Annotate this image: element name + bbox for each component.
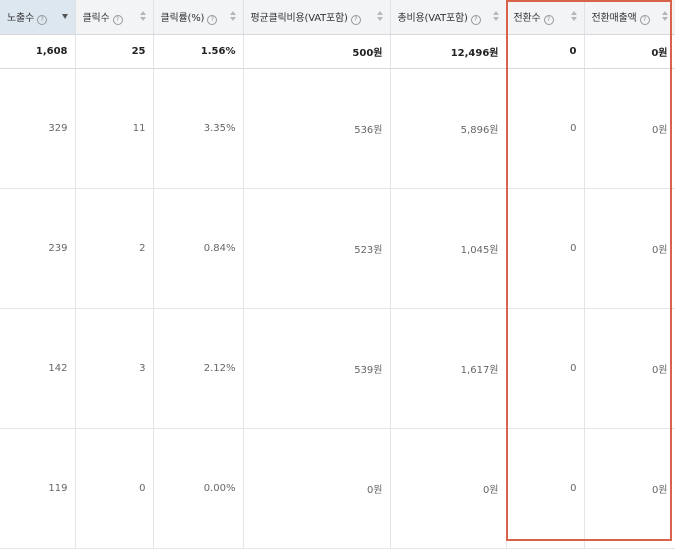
help-icon[interactable]: ? bbox=[207, 15, 218, 25]
table-cell: 142 bbox=[0, 308, 76, 429]
table-cell: 2 bbox=[75, 188, 154, 309]
sort-icon[interactable] bbox=[492, 11, 500, 22]
table-cell: 0 bbox=[506, 68, 585, 189]
total-cell: 0원 bbox=[584, 34, 675, 69]
table-cell: 3.35% bbox=[153, 68, 244, 189]
table-cell: 0 bbox=[506, 188, 585, 309]
col-header-label: 노출수 bbox=[7, 13, 34, 24]
sort-icon[interactable] bbox=[139, 11, 147, 22]
col-header-label: 클릭수 bbox=[82, 13, 110, 24]
table-row: 142 3 2.12% 539원 1,617원 0 0원 bbox=[0, 308, 675, 429]
sort-icon[interactable] bbox=[661, 11, 669, 22]
total-cell: 1.56% bbox=[153, 34, 244, 69]
table-row: 239 2 0.84% 523원 1,045원 0 0원 bbox=[0, 188, 675, 309]
table-cell: 0원 bbox=[584, 428, 675, 549]
total-row: 1,608 25 1.56% 500원 12,496원 0 0원 bbox=[0, 34, 675, 69]
table-cell: 1,617원 bbox=[390, 308, 507, 429]
table-cell: 11 bbox=[75, 68, 154, 189]
sort-icon[interactable] bbox=[570, 11, 578, 22]
total-cell: 500원 bbox=[243, 34, 391, 69]
help-icon[interactable]: ? bbox=[543, 15, 554, 25]
table-cell: 5,896원 bbox=[390, 68, 507, 189]
table-cell: 3 bbox=[75, 308, 154, 429]
table-cell: 539원 bbox=[243, 308, 391, 429]
help-icon[interactable]: ? bbox=[37, 15, 47, 25]
table-cell: 0 bbox=[506, 428, 585, 549]
col-header-total-cost[interactable]: 총비용(VAT포함)? bbox=[390, 0, 507, 35]
col-header-label: 전환수 bbox=[513, 13, 541, 24]
table-cell: 0.00% bbox=[153, 428, 244, 549]
table-cell: 0.84% bbox=[153, 188, 244, 309]
table-cell: 2.12% bbox=[153, 308, 244, 429]
col-header-conversions[interactable]: 전환수? bbox=[506, 0, 585, 35]
col-header-clicks[interactable]: 클릭수? bbox=[75, 0, 154, 35]
table-row: 119 0 0.00% 0원 0원 0 0원 bbox=[0, 428, 675, 549]
table-cell: 1,045원 bbox=[390, 188, 507, 309]
col-header-label: 평균클릭비용(VAT포함) bbox=[250, 13, 348, 24]
help-icon[interactable]: ? bbox=[639, 15, 650, 25]
table-cell: 119 bbox=[0, 428, 76, 549]
sort-icon[interactable] bbox=[229, 11, 237, 22]
table-cell: 536원 bbox=[243, 68, 391, 189]
help-icon[interactable]: ? bbox=[112, 15, 123, 25]
table-row: 329 11 3.35% 536원 5,896원 0 0원 bbox=[0, 68, 675, 189]
table-cell: 0원 bbox=[390, 428, 507, 549]
total-cell: 12,496원 bbox=[390, 34, 507, 69]
col-header-conversion-revenue[interactable]: 전환매출액? bbox=[584, 0, 675, 35]
help-icon[interactable]: ? bbox=[350, 15, 361, 25]
sort-icon[interactable] bbox=[376, 11, 384, 22]
col-header-avg-cpc[interactable]: 평균클릭비용(VAT포함)? bbox=[243, 0, 391, 35]
table-cell: 0원 bbox=[243, 428, 391, 549]
report-table: 노출수? 클릭수? 클릭률(%)? 평균클릭비용(VAT포함)? 총비용(VAT… bbox=[0, 0, 675, 549]
col-header-label: 클릭률(%) bbox=[160, 13, 205, 24]
total-cell: 25 bbox=[75, 34, 154, 69]
table-cell: 0원 bbox=[584, 308, 675, 429]
total-cell: 0 bbox=[506, 34, 585, 69]
total-cell: 1,608 bbox=[0, 34, 76, 69]
table-cell: 0 bbox=[75, 428, 154, 549]
table-cell: 0원 bbox=[584, 68, 675, 189]
sort-desc-icon[interactable] bbox=[61, 11, 69, 22]
header-row: 노출수? 클릭수? 클릭률(%)? 평균클릭비용(VAT포함)? 총비용(VAT… bbox=[0, 0, 675, 35]
table-cell: 329 bbox=[0, 68, 76, 189]
help-icon[interactable]: ? bbox=[470, 15, 481, 25]
table-cell: 239 bbox=[0, 188, 76, 309]
col-header-ctr[interactable]: 클릭률(%)? bbox=[153, 0, 244, 35]
col-header-impressions[interactable]: 노출수? bbox=[0, 0, 76, 35]
table-cell: 523원 bbox=[243, 188, 391, 309]
table-cell: 0원 bbox=[584, 188, 675, 309]
table-cell: 0 bbox=[506, 308, 585, 429]
col-header-label: 총비용(VAT포함) bbox=[397, 13, 468, 24]
col-header-label: 전환매출액 bbox=[591, 13, 637, 24]
